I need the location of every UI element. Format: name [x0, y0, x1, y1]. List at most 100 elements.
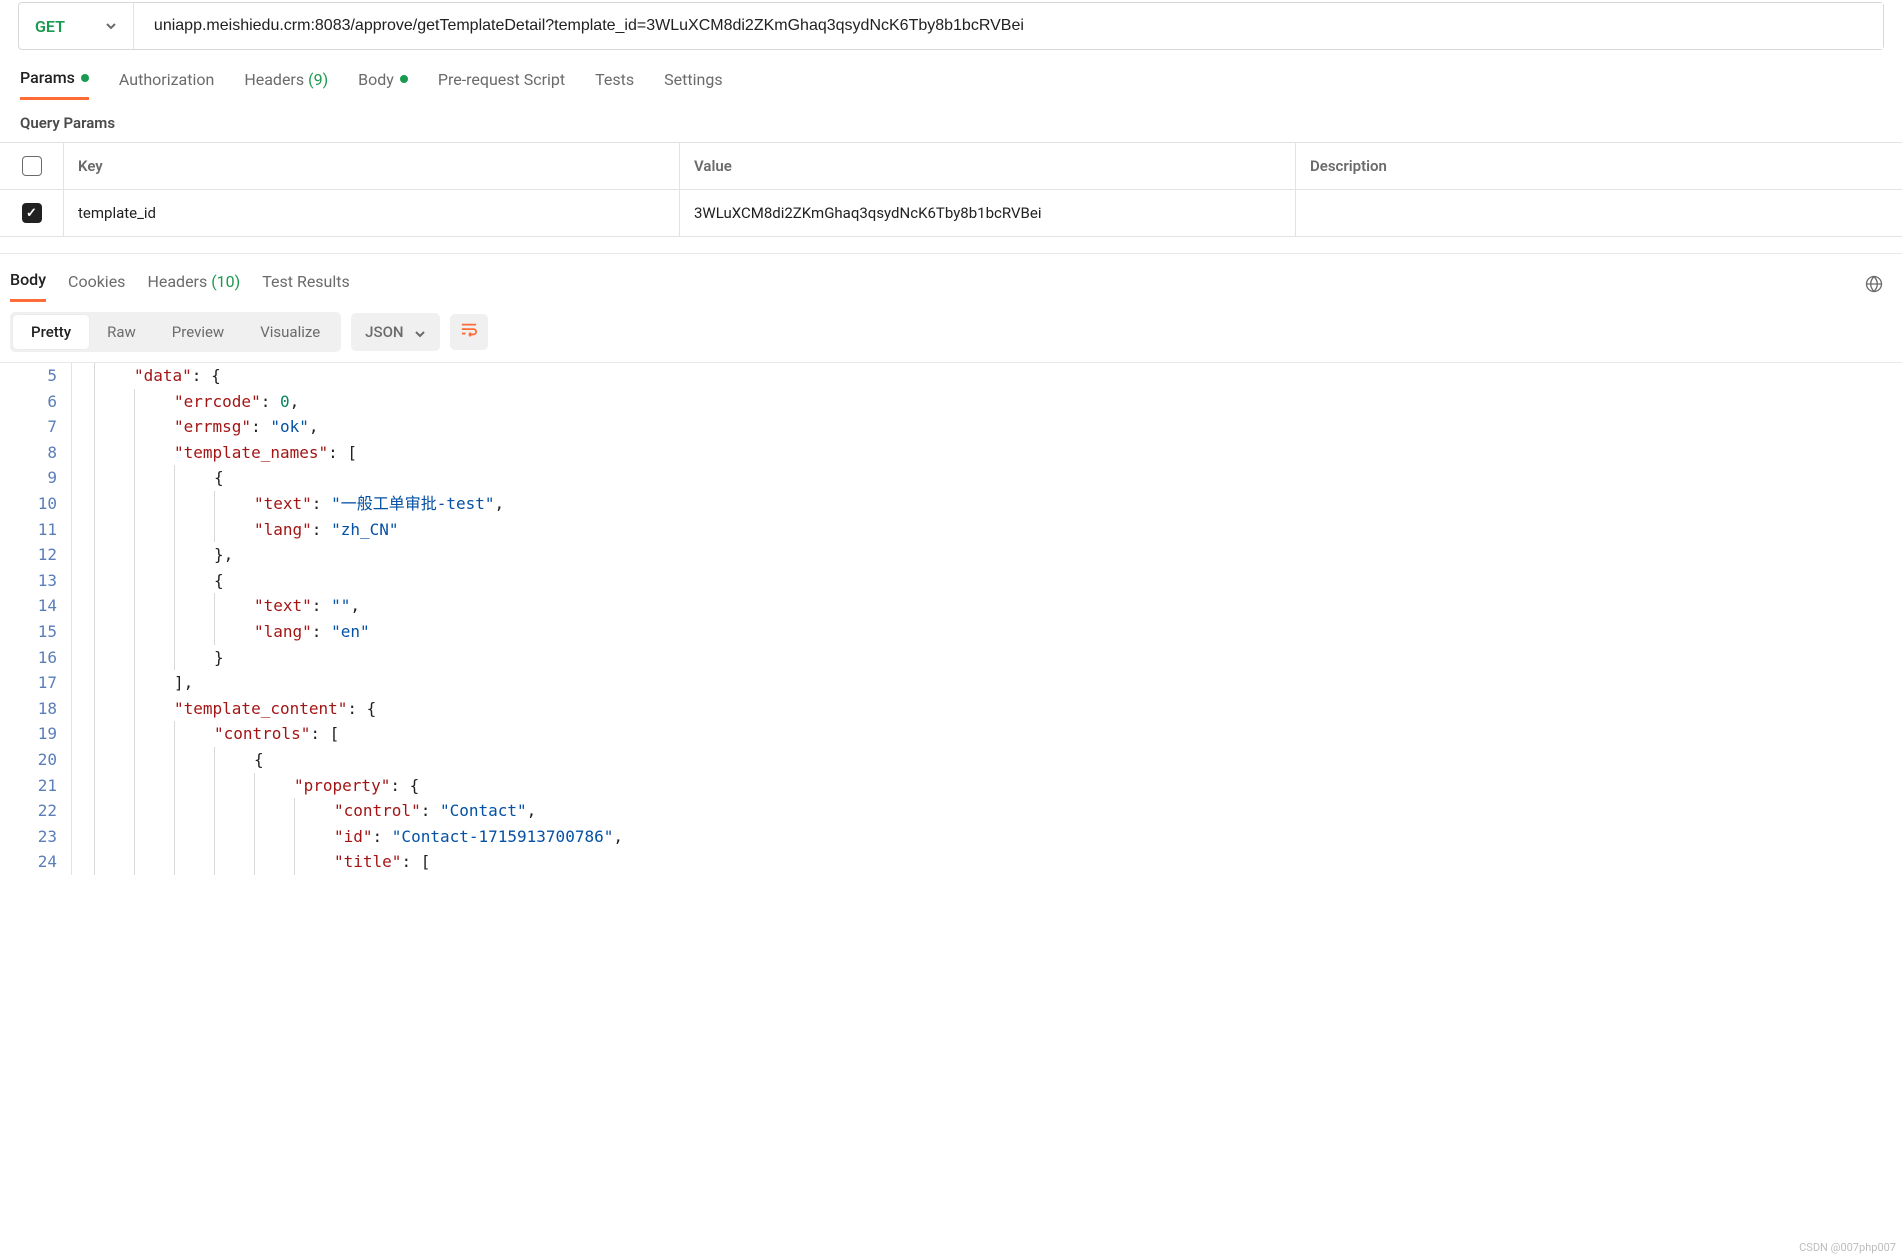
query-params-table: Key Value Description template_id 3WLuXC…	[0, 142, 1902, 237]
line-number: 14	[0, 593, 72, 619]
line-number: 17	[0, 670, 72, 696]
code-line: 19"controls": [	[0, 721, 1902, 747]
code-line: 22"control": "Contact",	[0, 798, 1902, 824]
code-content: }	[72, 645, 224, 671]
watermark: CSDN @007php007	[1799, 1241, 1896, 1254]
code-content: "id": "Contact-1715913700786",	[72, 824, 623, 850]
resp-tab-headers[interactable]: Headers (10)	[147, 272, 240, 301]
resp-tab-cookies[interactable]: Cookies	[68, 272, 125, 301]
code-line: 10"text": "一般工单审批-test",	[0, 491, 1902, 517]
chevron-down-icon	[414, 326, 426, 338]
url-input[interactable]	[134, 3, 1883, 49]
view-raw[interactable]: Raw	[89, 315, 154, 349]
view-pretty[interactable]: Pretty	[13, 315, 89, 349]
line-number: 10	[0, 491, 72, 517]
code-content: "control": "Contact",	[72, 798, 536, 824]
line-number: 12	[0, 542, 72, 568]
tab-params[interactable]: Params	[20, 68, 89, 100]
tab-headers[interactable]: Headers (9)	[244, 68, 328, 100]
line-number: 18	[0, 696, 72, 722]
code-line: 12},	[0, 542, 1902, 568]
code-content: {	[72, 465, 224, 491]
row-checkbox[interactable]	[22, 203, 42, 223]
format-select[interactable]: JSON	[351, 313, 439, 351]
view-visualize[interactable]: Visualize	[242, 315, 338, 349]
view-preview[interactable]: Preview	[154, 315, 242, 349]
response-tabs: Body Cookies Headers (10) Test Results	[0, 253, 1902, 302]
globe-icon[interactable]	[1864, 274, 1884, 298]
param-key[interactable]: template_id	[64, 190, 680, 236]
tab-headers-count: (9)	[308, 70, 328, 89]
code-content: "data": {	[72, 363, 221, 389]
method-label: GET	[35, 17, 65, 36]
tab-prerequest[interactable]: Pre-request Script	[438, 68, 565, 100]
resp-tab-body[interactable]: Body	[10, 270, 46, 302]
view-mode-group: Pretty Raw Preview Visualize	[10, 312, 341, 352]
request-tabs: Params Authorization Headers (9) Body Pr…	[0, 50, 1902, 100]
code-content: "lang": "en"	[72, 619, 370, 645]
code-content: "text": "一般工单审批-test",	[72, 491, 504, 517]
code-line: 15"lang": "en"	[0, 619, 1902, 645]
tab-settings[interactable]: Settings	[664, 68, 722, 100]
resp-tab-headers-label: Headers	[147, 272, 207, 291]
code-content: {	[72, 568, 224, 594]
code-content: "title": [	[72, 849, 430, 875]
param-description[interactable]	[1296, 190, 1902, 236]
tab-body[interactable]: Body	[358, 68, 408, 100]
code-line: 18"template_content": {	[0, 696, 1902, 722]
line-number: 5	[0, 363, 72, 389]
resp-tab-test-results[interactable]: Test Results	[262, 272, 350, 301]
line-number: 16	[0, 645, 72, 671]
wrap-lines-button[interactable]	[450, 314, 488, 350]
tab-authorization[interactable]: Authorization	[119, 68, 214, 100]
code-line: 6"errcode": 0,	[0, 389, 1902, 415]
code-line: 20{	[0, 747, 1902, 773]
code-content: "text": "",	[72, 593, 360, 619]
param-value[interactable]: 3WLuXCM8di2ZKmGhaq3qsydNcK6Tby8b1bcRVBei	[680, 190, 1296, 236]
code-line: 11"lang": "zh_CN"	[0, 517, 1902, 543]
code-content: "template_content": {	[72, 696, 376, 722]
select-all-checkbox[interactable]	[22, 156, 42, 176]
line-number: 19	[0, 721, 72, 747]
code-line: 8"template_names": [	[0, 440, 1902, 466]
line-number: 6	[0, 389, 72, 415]
line-number: 24	[0, 849, 72, 875]
line-number: 20	[0, 747, 72, 773]
method-select[interactable]: GET	[19, 3, 134, 49]
code-content: "lang": "zh_CN"	[72, 517, 399, 543]
code-line: 14"text": "",	[0, 593, 1902, 619]
tab-headers-label: Headers	[244, 70, 304, 89]
column-select-all[interactable]	[0, 143, 64, 189]
line-number: 11	[0, 517, 72, 543]
status-dot-icon	[400, 75, 408, 83]
code-line: 9{	[0, 465, 1902, 491]
code-content: ],	[72, 670, 193, 696]
line-number: 7	[0, 414, 72, 440]
query-params-title: Query Params	[0, 100, 1902, 142]
code-content: "template_names": [	[72, 440, 357, 466]
response-body-code[interactable]: 5"data": {6"errcode": 0,7"errmsg": "ok",…	[0, 362, 1902, 875]
line-number: 15	[0, 619, 72, 645]
line-number: 22	[0, 798, 72, 824]
view-bar: Pretty Raw Preview Visualize JSON	[0, 302, 1902, 362]
line-number: 23	[0, 824, 72, 850]
code-line: 16}	[0, 645, 1902, 671]
table-header-row: Key Value Description	[0, 143, 1902, 190]
table-row: template_id 3WLuXCM8di2ZKmGhaq3qsydNcK6T…	[0, 190, 1902, 237]
chevron-down-icon	[105, 20, 117, 32]
code-line: 23"id": "Contact-1715913700786",	[0, 824, 1902, 850]
code-content: },	[72, 542, 233, 568]
line-number: 21	[0, 773, 72, 799]
code-content: "property": {	[72, 773, 419, 799]
tab-params-label: Params	[20, 68, 75, 87]
code-line: 5"data": {	[0, 363, 1902, 389]
resp-tab-headers-count: (10)	[211, 272, 240, 291]
format-label: JSON	[365, 323, 403, 341]
tab-body-label: Body	[358, 70, 394, 89]
code-content: {	[72, 747, 264, 773]
status-dot-icon	[81, 74, 89, 82]
code-content: "controls": [	[72, 721, 339, 747]
column-key: Key	[64, 143, 680, 189]
row-check-cell[interactable]	[0, 190, 64, 236]
tab-tests[interactable]: Tests	[595, 68, 634, 100]
